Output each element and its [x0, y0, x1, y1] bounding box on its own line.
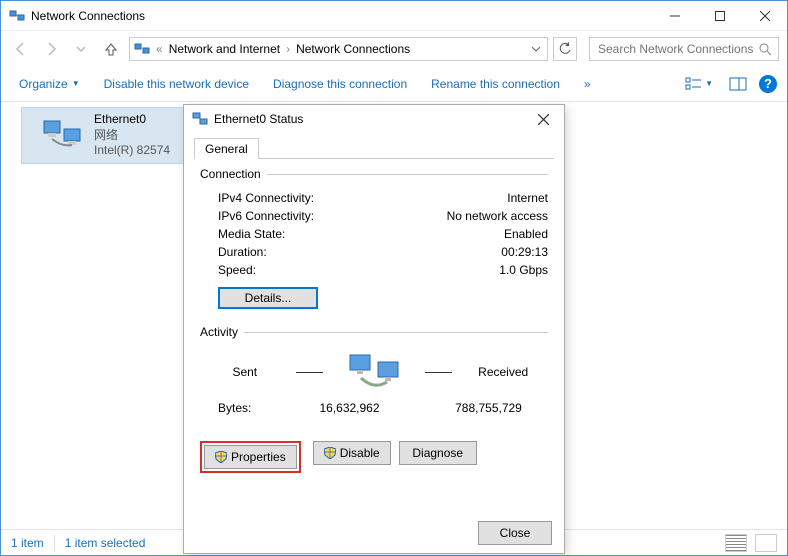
explorer-window: Network Connections « Network and Intern… [0, 0, 788, 556]
network-connections-icon [9, 8, 25, 24]
window-title: Network Connections [31, 9, 652, 23]
rename-connection-button[interactable]: Rename this connection [423, 73, 568, 95]
ipv4-label: IPv4 Connectivity: [218, 191, 418, 205]
connection-network: 网络 [94, 128, 170, 144]
details-view-button[interactable] [725, 534, 747, 552]
properties-button[interactable]: Properties [204, 445, 297, 469]
connection-group-label: Connection [200, 167, 261, 181]
recent-dropdown[interactable] [69, 37, 93, 61]
help-button[interactable]: ? [759, 75, 777, 93]
breadcrumb-separator[interactable]: « [152, 42, 167, 56]
dialog-titlebar: Ethernet0 Status [184, 105, 564, 133]
more-commands-button[interactable]: » [576, 73, 599, 95]
refresh-button[interactable] [553, 37, 577, 61]
media-state-value: Enabled [418, 227, 548, 241]
item-count: 1 item [11, 536, 44, 550]
highlight-annotation: Properties [200, 441, 301, 473]
address-bar[interactable]: « Network and Internet › Network Connect… [129, 37, 548, 61]
search-box[interactable] [589, 37, 779, 61]
disable-button[interactable]: Disable [313, 441, 391, 465]
media-state-label: Media State: [218, 227, 418, 241]
chevron-down-icon: ▼ [705, 79, 713, 88]
bytes-sent-value: 16,632,962 [308, 401, 391, 415]
connection-text: Ethernet0 网络 Intel(R) 82574 [94, 112, 170, 159]
speed-label: Speed: [218, 263, 418, 277]
received-label: Received [476, 365, 530, 379]
navigation-bar: « Network and Internet › Network Connect… [1, 31, 787, 66]
breadcrumb-network-connections[interactable]: Network Connections [294, 42, 412, 56]
close-button[interactable] [742, 1, 787, 31]
shield-icon [215, 451, 227, 463]
ipv6-value: No network access [418, 209, 548, 223]
address-icon [132, 41, 152, 57]
sent-label: Sent [218, 365, 272, 379]
connection-adapter: Intel(R) 82574 [94, 143, 170, 159]
command-bar: Organize▼ Disable this network device Di… [1, 66, 787, 102]
speed-value: 1.0 Gbps [418, 263, 548, 277]
dialog-title: Ethernet0 Status [214, 112, 530, 126]
details-button[interactable]: Details... [218, 287, 318, 309]
titlebar: Network Connections [1, 1, 787, 31]
organize-menu[interactable]: Organize▼ [11, 73, 88, 95]
search-icon[interactable] [758, 42, 772, 56]
view-options-button[interactable]: ▼ [681, 73, 717, 95]
disable-device-button[interactable]: Disable this network device [96, 73, 257, 95]
ipv6-label: IPv6 Connectivity: [218, 209, 418, 223]
dialog-close-action-button[interactable]: Close [478, 521, 552, 545]
diagnose-connection-button[interactable]: Diagnose this connection [265, 73, 415, 95]
duration-value: 00:29:13 [418, 245, 548, 259]
back-button[interactable] [9, 37, 33, 61]
breadcrumb-separator[interactable]: › [282, 42, 294, 56]
activity-group-label: Activity [200, 325, 238, 339]
shield-icon [324, 447, 336, 459]
ethernet-status-dialog: Ethernet0 Status General Connection IPv4… [183, 104, 565, 554]
diagnose-button[interactable]: Diagnose [399, 441, 477, 465]
dialog-close-button[interactable] [530, 109, 556, 129]
address-dropdown[interactable] [527, 44, 545, 54]
ethernet-icon [192, 111, 208, 127]
up-button[interactable] [99, 37, 123, 61]
tabs: General [194, 137, 554, 159]
bytes-label: Bytes: [218, 401, 308, 415]
breadcrumb-network-internet[interactable]: Network and Internet [167, 42, 282, 56]
ethernet-adapter-icon [42, 116, 84, 154]
tab-general[interactable]: General [194, 138, 259, 159]
selected-count: 1 item selected [65, 536, 146, 550]
connection-name: Ethernet0 [94, 112, 170, 128]
forward-button[interactable] [39, 37, 63, 61]
chevron-down-icon: ▼ [72, 79, 80, 88]
minimize-button[interactable] [652, 1, 697, 31]
large-icons-view-button[interactable] [755, 534, 777, 552]
maximize-button[interactable] [697, 1, 742, 31]
duration-label: Duration: [218, 245, 418, 259]
ipv4-value: Internet [418, 191, 548, 205]
activity-icon [347, 351, 401, 393]
bytes-received-value: 788,755,729 [447, 401, 530, 415]
preview-pane-button[interactable] [725, 73, 751, 95]
search-input[interactable] [596, 41, 758, 57]
